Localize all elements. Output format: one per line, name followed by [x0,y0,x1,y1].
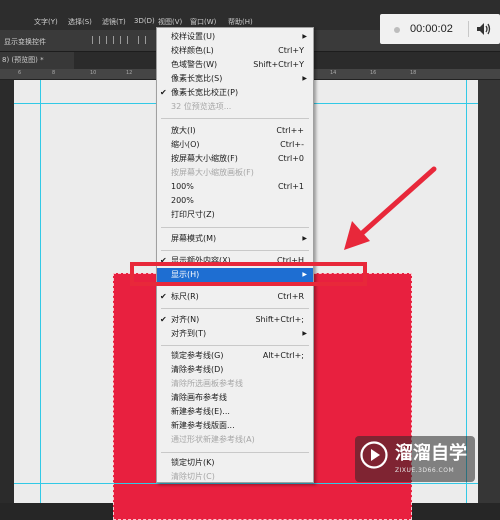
right-panel-strip [478,80,500,503]
menu-help[interactable]: 帮助(H) [228,17,253,27]
timer-text: 00:00:02 [410,23,453,35]
watermark-subtitle: ZIXUE.3D66.COM [395,467,455,474]
menu-item-lock-guides[interactable]: 锁定参考线(G) Alt+Ctrl+; [157,349,313,363]
menu-item-snap[interactable]: ✔ 对齐(N) Shift+Ctrl+; [157,313,313,327]
menu-item-clear-slices: 清除切片(C) [171,472,215,481]
submenu-arrow-icon: ▶ [302,330,307,337]
menu-3d[interactable]: 3D(D) [134,17,155,25]
menu-item-print-size[interactable]: 打印尺寸(Z) [157,208,313,222]
menu-item-200-percent[interactable]: 200% [157,194,313,208]
ruler-number: 6 [18,70,22,76]
show-transform-controls-label[interactable]: 显示变换控件 [4,37,46,47]
menu-item-guides-from-shape: 通过形状新建参考线(A) [171,435,255,444]
menu-filter[interactable]: 滤镜(T) [102,17,126,27]
checkmark-icon: ✔ [160,292,167,301]
view-menu-dropdown: 校样设置(U) ▶ 校样颜色(L) Ctrl+Y 色域警告(W) Shift+C… [156,27,314,483]
menu-item-proof-colors[interactable]: 校样颜色(L) Ctrl+Y [157,44,313,58]
menu-item-zoom-in[interactable]: 放大(I) Ctrl++ [157,124,313,138]
menu-item-lock-slices[interactable]: 锁定切片(K) [157,456,313,470]
submenu-arrow-icon: ▶ [302,33,307,40]
watermark-title: 溜溜自学 [395,443,467,464]
left-toolbar-strip [0,80,14,503]
menu-item-32bit-preview: 32 位预览选项... [171,102,232,111]
menu-item-fit-on-screen[interactable]: 按屏幕大小缩放(F) Ctrl+0 [157,152,313,166]
menu-item-snap-to[interactable]: 对齐到(T) ▶ [157,327,313,341]
align-left-icon[interactable] [92,36,100,44]
menu-type[interactable]: 文字(Y) [34,17,58,27]
watermark-logo: 溜溜自学 ZIXUE.3D66.COM [355,436,475,482]
menu-separator [161,227,309,228]
ruler-number: 16 [370,70,377,76]
checkmark-icon: ✔ [160,88,167,97]
align-center-icon[interactable] [106,36,114,44]
align-right-icon[interactable] [120,36,128,44]
menu-item-pixel-aspect-ratio[interactable]: 像素长宽比(S) ▶ [157,72,313,86]
menu-separator [161,250,309,251]
record-dot-icon[interactable] [394,27,400,33]
align-top-icon[interactable] [138,36,146,44]
menu-separator [161,308,309,309]
ruler-number: 12 [126,70,133,76]
ruler-number: 18 [410,70,417,76]
ruler-number: 14 [330,70,337,76]
menu-window[interactable]: 窗口(W) [190,17,216,27]
menu-item-100-percent[interactable]: 100% Ctrl+1 [157,180,313,194]
play-logo-icon [360,441,388,469]
menu-item-zoom-out[interactable]: 缩小(O) Ctrl+- [157,138,313,152]
menu-item-new-guide-layout[interactable]: 新建参考线版面... [157,419,313,433]
submenu-arrow-icon: ▶ [302,75,307,82]
menu-item-rulers[interactable]: ✔ 标尺(R) Ctrl+R [157,290,313,304]
menu-item-pixel-aspect-correction[interactable]: ✔ 像素长宽比校正(P) [157,86,313,100]
menu-item-clear-artboard-guides: 清除所选画板参考线 [171,379,243,388]
menu-view[interactable]: 视图(V) [158,17,182,27]
ruler-number: 8 [52,70,56,76]
ruler-number: 10 [90,70,97,76]
submenu-arrow-icon: ▶ [302,235,307,242]
annotation-highlight-box [130,262,367,286]
menu-item-fit-artboard: 按屏幕大小缩放画板(F) [171,168,254,177]
menu-item-proof-setup[interactable]: 校样设置(U) ▶ [157,30,313,44]
menu-item-new-guide[interactable]: 新建参考线(E)... [157,405,313,419]
document-tab[interactable]: 8) (预览图) * [0,52,74,69]
menu-item-clear-canvas-guides[interactable]: 清除画布参考线 [157,391,313,405]
menu-item-gamut-warning[interactable]: 色域警告(W) Shift+Ctrl+Y [157,58,313,72]
menu-separator [161,118,309,119]
annotation-arrow-icon [344,166,437,250]
guide-line-vertical[interactable] [40,80,41,503]
menu-separator [161,452,309,453]
checkmark-icon: ✔ [160,315,167,324]
menu-item-screen-mode[interactable]: 屏幕模式(M) ▶ [157,232,313,246]
timer-divider [468,21,469,37]
menu-select[interactable]: 选择(S) [68,17,92,27]
speaker-icon[interactable] [476,22,492,36]
menu-separator [161,345,309,346]
menu-item-clear-guides[interactable]: 清除参考线(D) [157,363,313,377]
recording-timer: 00:00:02 [380,14,500,44]
